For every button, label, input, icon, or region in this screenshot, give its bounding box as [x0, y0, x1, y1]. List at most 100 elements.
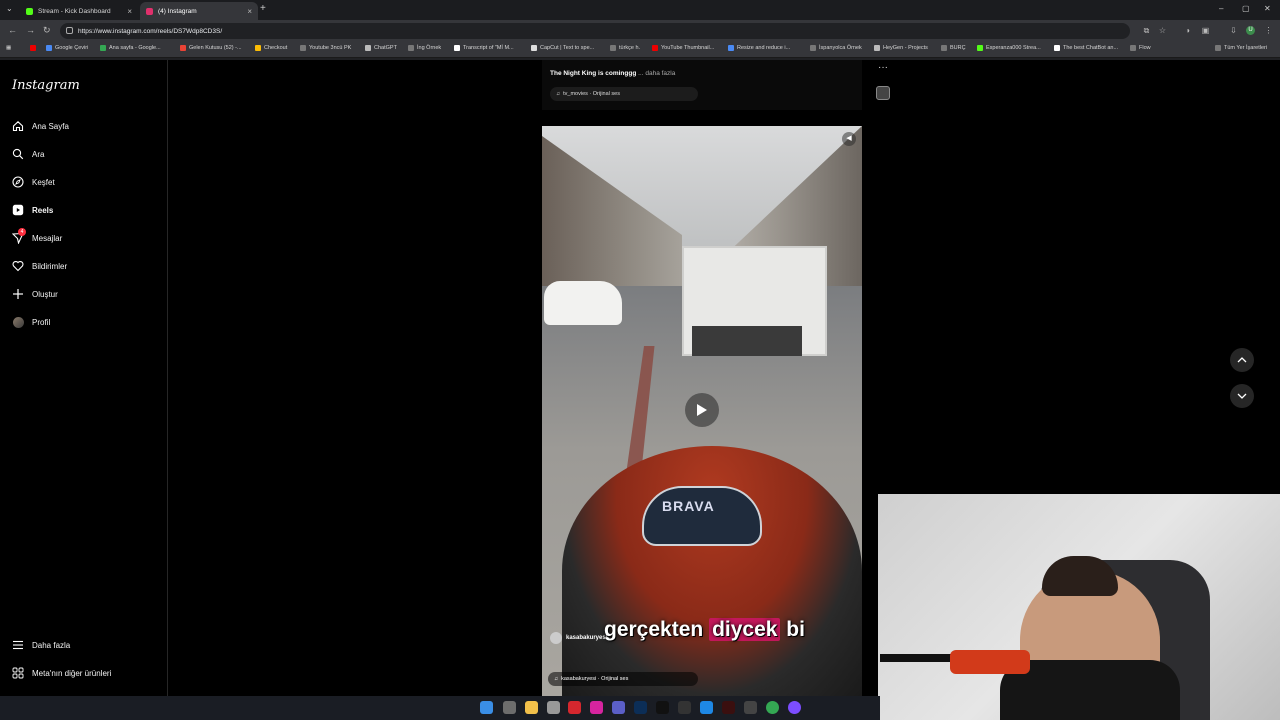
previous-reel-button[interactable] [1230, 348, 1254, 372]
next-reel-button[interactable] [1230, 384, 1254, 408]
app-icon[interactable] [547, 701, 560, 714]
sidebar-item-meta-products[interactable]: Meta'nın diğer ürünleri [12, 666, 111, 680]
sidebar-item-label: Daha fazla [32, 640, 71, 650]
tab-label: (4) Instagram [158, 7, 197, 15]
sidebar-item-create[interactable]: Oluştur [12, 287, 58, 301]
bookmark-item[interactable]: CapCut | Text to spe... [531, 45, 594, 51]
app-icon[interactable] [788, 701, 801, 714]
sidebar-item-label: Bildirimler [32, 261, 68, 271]
tab-search-icon[interactable]: ⌄ [6, 4, 13, 13]
instagram-icon[interactable] [590, 701, 603, 714]
task-view-icon[interactable] [503, 701, 516, 714]
bookmark-item[interactable]: türkçe h. [610, 45, 640, 51]
bookmark-item[interactable]: Resize and reduce i... [728, 45, 790, 51]
apps-icon[interactable]: ▦ [6, 45, 11, 51]
toolbar: ← → ↻ https://www.instagram.com/reels/DS… [0, 20, 1280, 42]
instagram-logo[interactable]: Instagram [12, 78, 80, 93]
sidebar-item-label: Oluştur [32, 289, 58, 299]
reels-icon [12, 204, 24, 216]
tab-instagram[interactable]: (4) Instagram × [140, 2, 258, 20]
sidebar-item-home[interactable]: Ana Sayfa [12, 119, 69, 133]
install-icon[interactable]: ⧉ [1142, 26, 1151, 35]
music-note-icon: ♫ [556, 91, 561, 97]
bookmark-item[interactable]: Checkout [255, 45, 287, 51]
microphone-arm [880, 654, 960, 662]
forward-button[interactable]: → [26, 25, 35, 35]
bookmark-item[interactable]: The best ChatBot an... [1054, 45, 1118, 51]
bookmark-item[interactable]: Google Çeviri [46, 45, 88, 51]
url-text: https://www.instagram.com/reels/DS7Wdp8C… [78, 27, 223, 35]
taskbar [0, 696, 880, 720]
sidebar-item-reels[interactable]: Reels [12, 203, 53, 217]
menu-icon [12, 639, 24, 651]
previous-reel-footer: The Night King is cominggg ... daha fazl… [542, 60, 862, 110]
minimize-button[interactable]: – [1219, 4, 1223, 13]
bookmark-item[interactable]: BURÇ [941, 45, 966, 51]
opera-icon[interactable] [568, 701, 581, 714]
maximize-button[interactable]: ▢ [1242, 4, 1250, 13]
bookmark-item[interactable]: Gelen Kutusu (52) -... [180, 45, 242, 51]
reel-video[interactable]: BRAVA ◀ kasabakuryesi gerçekten diycek b… [542, 126, 862, 696]
bookmark-item[interactable]: İng Örnek [408, 45, 441, 51]
bookmark-item[interactable]: Tüm Yer İşaretleri [1215, 45, 1267, 51]
bookmark-youtube[interactable] [30, 45, 39, 51]
profile-avatar[interactable]: U [1246, 26, 1255, 35]
sidebar-item-notifications[interactable]: Bildirimler [12, 259, 67, 273]
bookmark-item[interactable]: Esperanza000 Strea... [977, 45, 1041, 51]
play-button[interactable] [685, 393, 719, 427]
obs-icon[interactable] [744, 701, 757, 714]
sidebar-item-explore[interactable]: Keşfet [12, 175, 55, 189]
capcut-icon[interactable] [678, 701, 691, 714]
bookmark-item[interactable]: YouTube Thumbnail... [652, 45, 714, 51]
compass-icon [12, 176, 24, 188]
extension-icon[interactable]: ◑ [1183, 26, 1192, 35]
file-explorer-icon[interactable] [525, 701, 538, 714]
menu-kebab-icon[interactable]: ⋮ [1264, 26, 1273, 35]
back-button[interactable]: ← [8, 25, 17, 35]
microphone [950, 650, 1030, 674]
star-icon[interactable]: ☆ [1158, 26, 1167, 35]
plus-icon [12, 288, 24, 300]
chrome-icon[interactable] [766, 701, 779, 714]
downloads-icon[interactable]: ⇩ [1229, 26, 1238, 35]
audio-link[interactable]: ♫ kasabakuryesi · Orijinal ses [548, 672, 698, 686]
close-icon[interactable]: × [247, 7, 252, 16]
sidebar-item-profile[interactable]: Profil [12, 315, 50, 329]
chevron-down-icon [1237, 393, 1247, 399]
more-options-icon[interactable]: ··· [878, 62, 888, 73]
new-tab-button[interactable]: + [260, 3, 266, 14]
reel-author[interactable]: kasabakuryesi [550, 632, 607, 644]
play-icon [697, 404, 707, 416]
sidebar-item-messages[interactable]: 4 Mesajlar [12, 228, 62, 245]
sidebar-item-more[interactable]: Daha fazla [12, 638, 70, 652]
photoshop-icon[interactable] [634, 701, 647, 714]
reload-button[interactable]: ↻ [43, 25, 51, 36]
bookmark-item[interactable]: HeyGen - Projects [874, 45, 928, 51]
site-info-icon[interactable] [66, 27, 73, 34]
audio-thumbnail[interactable] [876, 86, 890, 100]
bookmark-item[interactable]: İspanyolca Örnek [810, 45, 862, 51]
more-link[interactable]: ... daha fazla [638, 70, 675, 77]
edge-icon[interactable] [700, 701, 713, 714]
kick-icon [26, 7, 33, 15]
bookmark-item[interactable]: Transcript of "Mİ M... [454, 45, 514, 51]
reel-caption: The Night King is cominggg ... daha fazl… [550, 70, 676, 77]
audio-link[interactable]: ♫ tv_movies · Orijinal ses [550, 87, 698, 101]
tab-kick-dashboard[interactable]: Stream - Kick Dashboard × [20, 2, 138, 20]
window-close-button[interactable]: ✕ [1264, 4, 1271, 13]
address-bar[interactable]: https://www.instagram.com/reels/DS7Wdp8C… [60, 23, 1130, 39]
meta-icon [12, 667, 24, 679]
puzzle-icon[interactable]: ▣ [1201, 26, 1210, 35]
bookmark-item[interactable]: Ana sayfa - Google... [100, 45, 161, 51]
volume-icon[interactable]: ◀ [842, 132, 856, 146]
bookmark-item[interactable]: Flow [1130, 45, 1151, 51]
chevron-up-icon [1237, 357, 1247, 363]
start-icon[interactable] [480, 701, 493, 714]
bookmark-item[interactable]: Youtube 3ncü PK [300, 45, 351, 51]
sidebar-item-search[interactable]: Ara [12, 147, 44, 161]
app-icon[interactable] [722, 701, 735, 714]
bookmark-item[interactable]: ChatGPT [365, 45, 397, 51]
tiktok-icon[interactable] [656, 701, 669, 714]
close-icon[interactable]: × [127, 7, 132, 16]
teams-icon[interactable] [612, 701, 625, 714]
